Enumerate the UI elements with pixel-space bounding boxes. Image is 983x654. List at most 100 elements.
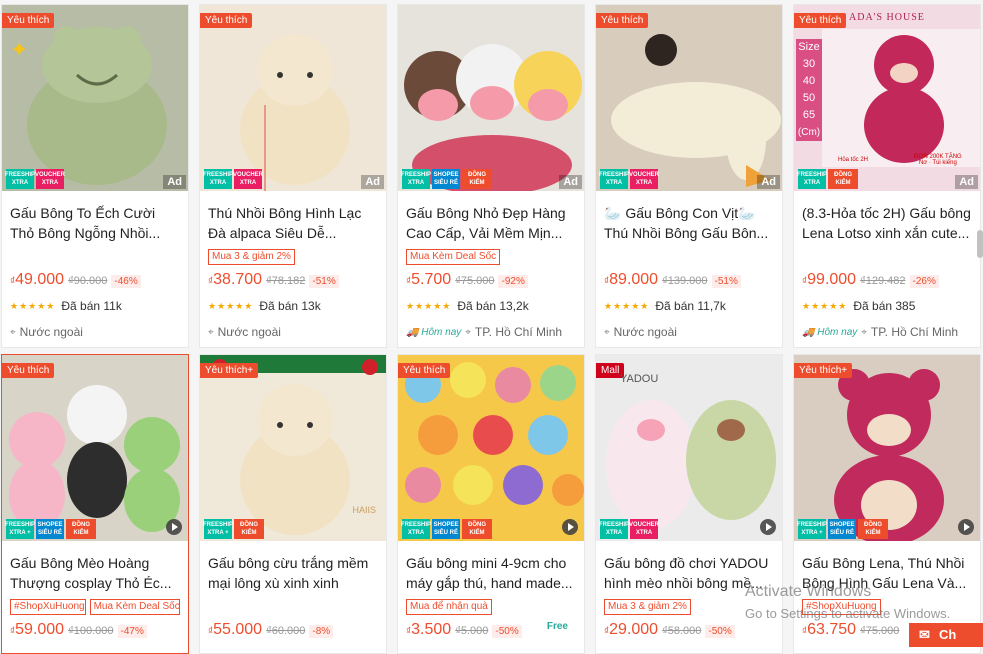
promo-badges: FREESHIP XTRA SHOPEE SIÊU RẺ ĐỒNG KIỂM <box>401 519 492 539</box>
size-label: Size <box>798 41 820 53</box>
product-image[interactable]: Yêu thích FREESHIP XTRA VOUCHER XTRA Ad <box>200 5 386 191</box>
promo-tag: Mua 3 & giảm 2% <box>208 249 295 265</box>
promo-tag: #ShopXuHuong <box>10 599 86 615</box>
product-card[interactable]: Yêu thích FREESHIP XTRA SHOPEE SIÊU RẺ ĐỒN… <box>397 354 585 654</box>
voucher-xtra-badge: VOUCHER XTRA <box>629 519 659 539</box>
promo-badges: FREESHIP XTRA ĐỒNG KIỂM <box>797 169 858 189</box>
promo-badges: FREESHIP XTRA VOUCHER XTRA <box>599 519 659 539</box>
product-title[interactable]: Gấu Bông To Ếch Cười Thỏ Bông Ngỗng Nhồi… <box>10 203 180 243</box>
dong-kiem-badge: ĐỒNG KIỂM <box>462 519 492 539</box>
product-image[interactable]: Yêu thích FREESHIP XTRA SHOPEE SIÊU RẺ ĐỒN… <box>398 355 584 541</box>
freeship-xtra-plus-badge: FREESHIP XTRA + <box>203 519 233 539</box>
product-card[interactable]: ✦ Yêu thích FREESHIP XTRA VOUCHER XTRA Ad … <box>1 4 189 348</box>
windows-activation-hint: Go to Settings to activate Windows. <box>745 606 951 621</box>
brand-watermark: YADOU <box>620 373 659 385</box>
product-title[interactable]: 🦢 Gấu Bông Con Vịt🦢 Thú Nhồi Bông Gấu Bô… <box>604 203 774 243</box>
product-card[interactable]: Yêu thích FREESHIP XTRA VOUCHER XTRA Ad 🦢 … <box>595 4 783 348</box>
size-option: 50 <box>802 92 816 104</box>
freeship-xtra-badge: FREESHIP XTRA <box>5 169 35 189</box>
current-price: ₫3.500 <box>406 621 452 638</box>
freeship-xtra-plus-badge: FREESHIP XTRA + <box>797 519 827 539</box>
current-price: ₫99.000 <box>802 271 857 288</box>
voucher-xtra-badge: VOUCHER XTRA <box>35 169 65 189</box>
star-rating-icon: ★★★★★ <box>10 300 56 311</box>
location-row: ⌖ Nước ngoài <box>604 325 774 339</box>
svg-text:✦: ✦ <box>10 37 28 62</box>
dong-kiem-badge: ĐỒNG KIỂM <box>462 169 492 189</box>
product-image[interactable]: Yêu thích+ HAIIS FREESHIP XTRA + ĐỒNG KIỂM <box>200 355 386 541</box>
video-play-icon[interactable] <box>958 519 974 535</box>
original-price: ₫58.000 <box>662 625 702 637</box>
dong-kiem-badge: ĐỒNG KIỂM <box>828 169 858 189</box>
delivery-today-icon: 🚚 Hôm nay <box>802 326 858 338</box>
current-price: ₫38.700 <box>208 271 263 288</box>
favorite-tag: Yêu thích <box>200 13 253 28</box>
rating-sold-row: ★★★★★ Đã bán 13,2k <box>406 299 576 313</box>
product-image[interactable]: FREESHIP XTRA SHOPEE SIÊU RẺ ĐỒNG KIỂM Ad <box>398 5 584 191</box>
product-card[interactable]: Yêu thích ADA'S HOUSE Size 30 40 50 65 (… <box>793 4 981 348</box>
star-rating-icon: ★★★★★ <box>406 300 452 311</box>
product-card[interactable]: Yêu thích+ HAIIS FREESHIP XTRA + ĐỒNG KIỂM… <box>199 354 387 654</box>
discount-badge: -51% <box>309 275 339 288</box>
video-play-icon[interactable] <box>562 519 578 535</box>
original-price: ₫60.000 <box>266 625 306 637</box>
sold-count: Đã bán 11k <box>61 299 122 313</box>
promo-badges: FREESHIP XTRA + SHOPEE SIÊU RẺ ĐỒNG KIỂM <box>797 519 888 539</box>
discount-badge: -92% <box>498 275 528 288</box>
promo-badges: FREESHIP XTRA VOUCHER XTRA <box>599 169 659 189</box>
discount-badge: -50% <box>492 625 522 638</box>
promo-badges: FREESHIP XTRA + ĐỒNG KIỂM <box>203 519 264 539</box>
delivery-today-icon: 🚚 Hôm nay <box>406 326 462 338</box>
chat-label: Ch <box>939 627 957 642</box>
promo-tag: Mua để nhận quà <box>406 599 492 615</box>
shop-name: ADA'S HOUSE <box>849 12 925 23</box>
location-row: 🚚 Hôm nay ⌖ TP. Hồ Chí Minh <box>406 325 576 339</box>
product-card[interactable]: Yêu thích FREESHIP XTRA + SHOPEE SIÊU RẺ Đ… <box>1 354 189 654</box>
product-title[interactable]: Gấu Bông Nhỏ Đẹp Hàng Cao Cấp, Vải Mềm M… <box>406 203 576 243</box>
product-title[interactable]: Gấu Bông Mèo Hoàng Thượng cosplay Thỏ Éc… <box>10 553 180 593</box>
product-image[interactable]: Yêu thích FREESHIP XTRA + SHOPEE SIÊU RẺ Đ… <box>2 355 188 541</box>
rating-sold-row: ★★★★★ Đã bán 13k <box>208 299 378 313</box>
freeship-xtra-plus-badge: FREESHIP XTRA + <box>5 519 35 539</box>
location-text: Nước ngoài <box>613 325 677 339</box>
product-image[interactable]: Yêu thích ADA'S HOUSE Size 30 40 50 65 (… <box>794 5 980 191</box>
video-play-icon[interactable] <box>760 519 776 535</box>
original-price: ₫75.000 <box>860 625 900 637</box>
location-text: Nước ngoài <box>19 325 83 339</box>
product-title[interactable]: Gấu bông cừu trắng mềm mại lông xù xinh … <box>208 553 378 593</box>
rating-sold-row: ★★★★★ Đã bán 385 <box>802 299 972 313</box>
freeship-xtra-badge: FREESHIP XTRA <box>599 169 629 189</box>
product-image[interactable]: Yêu thích FREESHIP XTRA VOUCHER XTRA Ad <box>596 5 782 191</box>
favorite-tag: Yêu thích <box>794 13 847 28</box>
ad-label: Ad <box>559 175 582 189</box>
ad-label: Ad <box>955 175 978 189</box>
ad-label: Ad <box>757 175 780 189</box>
product-card[interactable]: FREESHIP XTRA SHOPEE SIÊU RẺ ĐỒNG KIỂM Ad G… <box>397 4 585 348</box>
current-price: ₫89.000 <box>604 271 659 288</box>
sold-count: Đã bán 385 <box>853 299 916 313</box>
product-title[interactable]: (8.3-Hỏa tốc 2H) Gấu bông Lena Lotso xin… <box>802 203 972 243</box>
video-play-icon[interactable] <box>166 519 182 535</box>
product-image[interactable]: Yêu thích+ FREESHIP XTRA + SHOPEE SIÊU RẺ … <box>794 355 980 541</box>
freeship-truck-icon: Free <box>546 621 568 632</box>
favorite-tag: Yêu thích <box>2 13 55 28</box>
product-card[interactable]: Yêu thích FREESHIP XTRA VOUCHER XTRA Ad Th… <box>199 4 387 348</box>
chat-button[interactable]: ✉ Ch <box>909 623 983 647</box>
favorite-tag: Yêu thích <box>398 363 451 378</box>
original-price: ₫78.182 <box>266 275 306 287</box>
promo-tags <box>604 249 774 265</box>
scrollbar-thumb[interactable] <box>977 230 983 258</box>
location-pin-icon: ⌖ <box>208 326 214 338</box>
discount-badge: -46% <box>111 275 141 288</box>
star-rating-icon: ★★★★★ <box>208 300 254 311</box>
favorite-plus-tag: Yêu thích+ <box>200 363 259 378</box>
promo-tags: #ShopXuHuong Mua Kèm Deal Sốc <box>10 599 180 615</box>
freeship-xtra-badge: FREESHIP XTRA <box>401 519 431 539</box>
product-image[interactable]: Mall YADOU FREESHIP XTRA VOUCHER XTRA <box>596 355 782 541</box>
size-option: 40 <box>802 75 816 87</box>
product-image[interactable]: ✦ Yêu thích FREESHIP XTRA VOUCHER XTRA Ad <box>2 5 188 191</box>
product-title[interactable]: Gấu bông mini 4-9cm cho máy gắp thú, han… <box>406 553 576 593</box>
product-title[interactable]: Thú Nhồi Bông Hình Lạc Đà alpaca Siêu Dễ… <box>208 203 378 243</box>
star-rating-icon: ★★★★★ <box>802 300 848 311</box>
price-row: ₫29.000 ₫58.000 -50% <box>604 621 774 639</box>
